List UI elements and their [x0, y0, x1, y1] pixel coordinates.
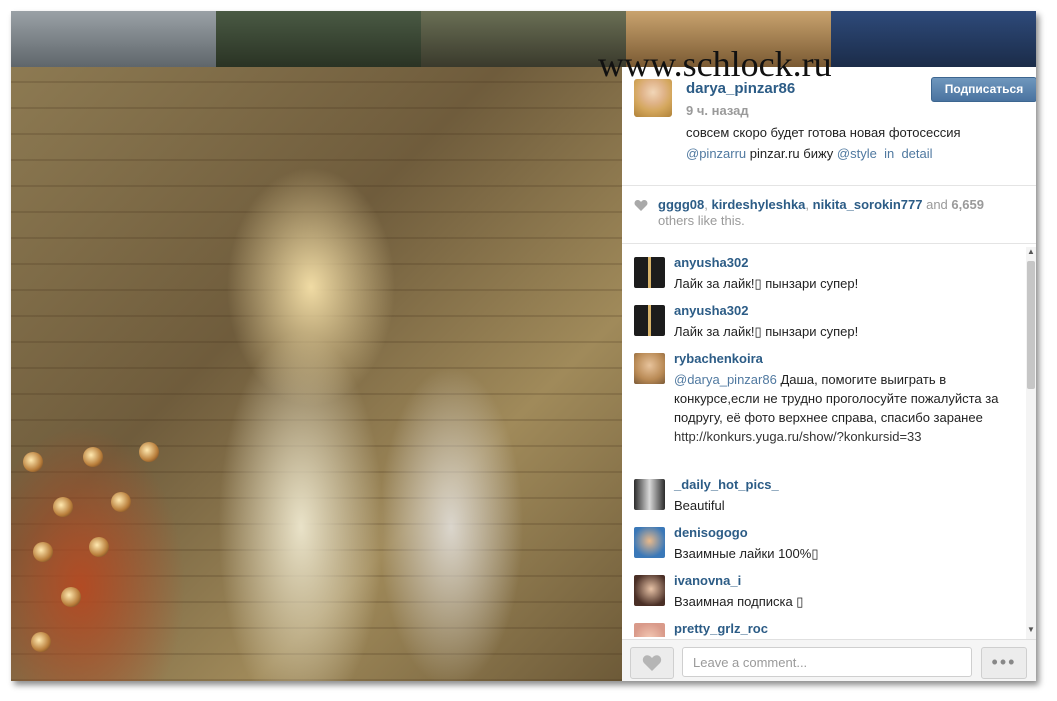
comment-item: rybachenkoira @darya_pinzar86 Даша, помо…	[622, 351, 1018, 475]
comment-username[interactable]: ivanovna_i	[674, 573, 741, 588]
decor-lamp	[139, 442, 159, 462]
comment-username[interactable]: pretty_grlz_roc	[674, 621, 768, 636]
follow-button[interactable]: Подписаться	[931, 77, 1036, 102]
background-thumbnails	[11, 11, 1036, 67]
likes-summary: gggg08, kirdeshyleshka, nikita_sorokin77…	[622, 187, 1036, 237]
likes-rest: others like this.	[658, 213, 745, 228]
avatar[interactable]	[634, 623, 665, 637]
comment-item: ivanovna_i Взаимная подписка ▯	[622, 573, 1018, 621]
comment-username[interactable]: rybachenkoira	[674, 351, 763, 366]
decor-lamp	[83, 447, 103, 467]
avatar[interactable]	[634, 575, 665, 606]
comment-text: Взаимная подписка ▯	[674, 594, 804, 609]
post-photo[interactable]	[11, 67, 622, 681]
caption-text: pinzar.ru бижу	[746, 146, 837, 161]
comment-username[interactable]: denisogogo	[674, 525, 748, 540]
scrollbar-thumb[interactable]	[1027, 261, 1035, 389]
comment-text: Лайк за лайк!▯ пынзари супер!	[674, 324, 859, 339]
avatar[interactable]	[634, 305, 665, 336]
likes-sep: ,	[805, 197, 813, 212]
avatar[interactable]	[634, 353, 665, 384]
like-button[interactable]	[630, 647, 674, 679]
comment-username[interactable]: anyusha302	[674, 303, 748, 318]
chevron-up-icon[interactable]: ▲	[1027, 247, 1035, 256]
likes-and: and	[922, 197, 952, 212]
decor-lamp	[53, 497, 73, 517]
divider	[622, 243, 1036, 244]
more-options-button[interactable]: •••	[981, 647, 1027, 679]
heart-icon	[642, 655, 662, 671]
decor-lamp	[31, 632, 51, 652]
comment-text: Лайк за лайк!▯ пынзари супер!	[674, 276, 859, 291]
caption-mention[interactable]: @pinzarru	[686, 146, 746, 161]
heart-icon	[634, 200, 648, 211]
avatar[interactable]	[634, 527, 665, 558]
comment-item: denisogogo Взаимные лайки 100%▯	[622, 525, 1018, 573]
decor-lamp	[89, 537, 109, 557]
comment-input[interactable]	[682, 647, 972, 677]
caption-mention[interactable]: @style	[837, 146, 877, 161]
comment-username[interactable]: anyusha302	[674, 255, 748, 270]
background-thumbnail	[831, 11, 1036, 67]
photo-viewer: darya_pinzar86 9 ч. назад совсем скоро б…	[11, 11, 1036, 681]
likes-text: gggg08, kirdeshyleshka, nikita_sorokin77…	[658, 197, 1028, 229]
post-side-panel: darya_pinzar86 9 ч. назад совсем скоро б…	[622, 67, 1036, 681]
comment-footer: •••	[622, 639, 1036, 681]
liker-link[interactable]: nikita_sorokin777	[813, 197, 923, 212]
comment-mention[interactable]: @darya_pinzar86	[674, 372, 777, 387]
comment-list[interactable]: anyusha302 Лайк за лайк!▯ пынзари супер!…	[622, 245, 1018, 637]
caption-text: in	[876, 146, 902, 161]
comment-item: pretty_grlz_roc	[622, 621, 1018, 637]
post-caption: совсем скоро будет готова новая фотосесс…	[686, 125, 961, 140]
liker-link[interactable]: gggg08	[658, 197, 704, 212]
comment-link[interactable]: http://konkurs.yuga.ru/show/?konkursid=3…	[674, 429, 922, 444]
comment-text: Beautiful	[674, 498, 725, 513]
avatar[interactable]	[634, 257, 665, 288]
background-thumbnail	[421, 11, 626, 67]
comment-text: Взаимные лайки 100%▯	[674, 546, 819, 561]
comment-item: anyusha302 Лайк за лайк!▯ пынзари супер!	[622, 255, 1018, 303]
likes-count[interactable]: 6,659	[951, 197, 984, 212]
comment-item: _daily_hot_pics_ Beautiful	[622, 477, 1018, 525]
comment-username[interactable]: _daily_hot_pics_	[674, 477, 779, 492]
comments-scrollbar[interactable]: ▲ ▼	[1026, 247, 1036, 639]
chevron-down-icon[interactable]: ▼	[1027, 625, 1035, 634]
avatar[interactable]	[634, 479, 665, 510]
background-thumbnail	[216, 11, 421, 67]
background-thumbnail	[11, 11, 216, 67]
divider	[622, 185, 1036, 186]
watermark-text: www.schlock.ru	[598, 44, 832, 84]
liker-link[interactable]: kirdeshyleshka	[711, 197, 805, 212]
decor-lamp	[61, 587, 81, 607]
decor-lamp	[33, 542, 53, 562]
post-timestamp: 9 ч. назад	[686, 103, 749, 118]
post-caption-tags: @pinzarru pinzar.ru бижу @style in detai…	[686, 144, 933, 164]
decor-lamp	[23, 452, 43, 472]
comment-item: anyusha302 Лайк за лайк!▯ пынзари супер!	[622, 303, 1018, 351]
comment-text: @darya_pinzar86 Даша, помогите выиграть …	[674, 370, 1009, 446]
decor-lamp	[111, 492, 131, 512]
caption-mention[interactable]: detail	[901, 146, 932, 161]
